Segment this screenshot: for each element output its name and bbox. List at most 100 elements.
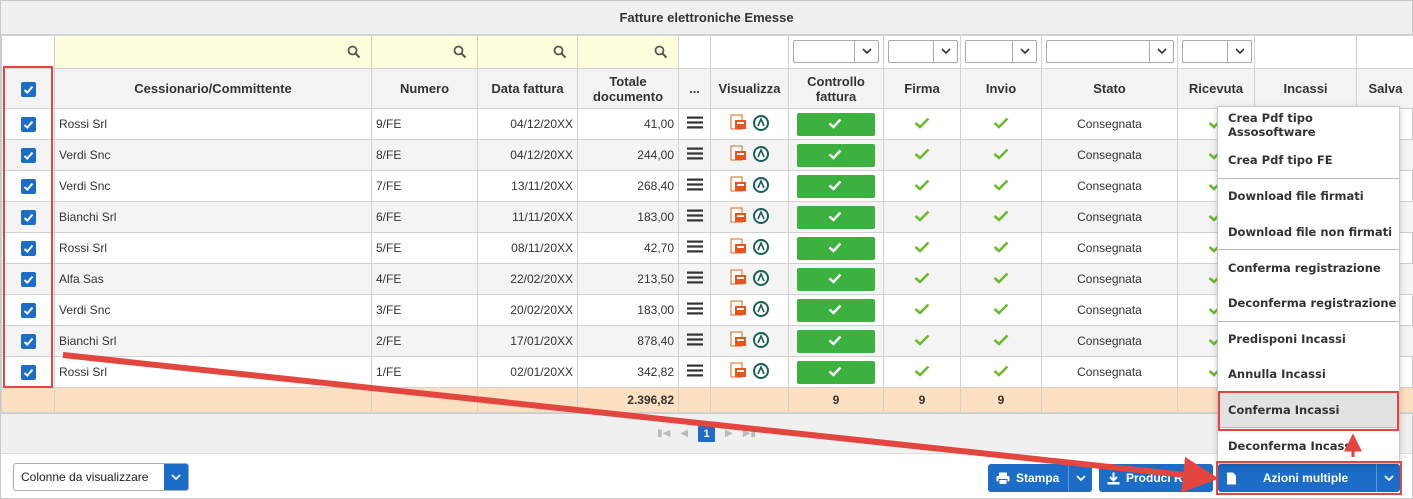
table-row[interactable]: Rossi Srl 5/FE 08/11/20XX 42,70 Consegna…	[1, 232, 1413, 264]
menu-predisponi-incassi[interactable]: Predisponi Incassi	[1218, 320, 1399, 357]
columns-dropdown[interactable]: Colonne da visualizzare	[13, 463, 189, 491]
chevron-down-icon[interactable]	[1227, 41, 1251, 62]
menu-icon-cell[interactable]	[678, 232, 711, 264]
assosoftware-icon[interactable]	[753, 145, 769, 162]
col-totale[interactable]: Totale documento	[577, 68, 679, 109]
controllo-ok-button[interactable]	[797, 143, 875, 167]
ricevuta-select[interactable]	[1182, 40, 1252, 63]
row-checkbox-cell[interactable]	[1, 201, 55, 233]
pdf-icon[interactable]	[730, 238, 747, 255]
row-checkbox-cell[interactable]	[1, 170, 55, 202]
stato-select[interactable]	[1046, 40, 1174, 63]
pdf-icon[interactable]	[730, 176, 747, 193]
row-checkbox[interactable]	[20, 364, 36, 380]
filter-firma[interactable]	[883, 35, 961, 69]
pdf-icon[interactable]	[730, 300, 747, 317]
assosoftware-icon[interactable]	[753, 114, 769, 131]
col-incassi[interactable]: Incassi	[1254, 68, 1357, 109]
row-checkbox[interactable]	[20, 178, 36, 194]
controllo-ok-button[interactable]	[797, 298, 875, 322]
menu-download-firmati[interactable]: Download file firmati	[1218, 178, 1399, 214]
menu-icon[interactable]	[686, 147, 703, 160]
search-icon[interactable]	[553, 45, 567, 59]
chevron-down-icon[interactable]	[854, 41, 878, 62]
assosoftware-icon[interactable]	[753, 207, 769, 224]
row-checkbox-cell[interactable]	[1, 263, 55, 295]
menu-icon[interactable]	[686, 302, 703, 315]
table-row[interactable]: Rossi Srl 9/FE 04/12/20XX 41,00 Consegna…	[1, 108, 1413, 140]
prev-page-icon[interactable]: ◀	[680, 428, 688, 439]
controllo-ok-button[interactable]	[797, 112, 875, 136]
menu-icon-cell[interactable]	[678, 263, 711, 295]
filter-data[interactable]	[477, 35, 578, 69]
pdf-icon[interactable]	[730, 145, 747, 162]
table-row[interactable]: Rossi Srl 1/FE 02/01/20XX 342,82 Consegn…	[1, 356, 1413, 388]
invio-select[interactable]	[965, 40, 1037, 63]
select-all-cell[interactable]	[1, 68, 55, 109]
row-checkbox[interactable]	[20, 116, 36, 132]
filter-controllo[interactable]	[788, 35, 884, 69]
menu-icon-cell[interactable]	[678, 108, 711, 140]
controllo-ok-button[interactable]	[797, 329, 875, 353]
menu-icon[interactable]	[686, 364, 703, 377]
last-page-icon[interactable]: ▶▮	[743, 428, 756, 439]
col-stato[interactable]: Stato	[1041, 68, 1178, 109]
controllo-select[interactable]	[793, 40, 879, 63]
menu-icon-cell[interactable]	[678, 294, 711, 326]
row-checkbox[interactable]	[20, 333, 36, 349]
assosoftware-icon[interactable]	[753, 238, 769, 255]
controllo-ok-button[interactable]	[797, 267, 875, 291]
col-invio[interactable]: Invio	[960, 68, 1042, 109]
row-checkbox[interactable]	[20, 302, 36, 318]
menu-crea-pdf-fe[interactable]: Crea Pdf tipo FE	[1218, 143, 1399, 179]
menu-crea-pdf-assosoftware[interactable]: Crea Pdf tipo Assosoftware	[1218, 107, 1399, 143]
stampa-button[interactable]: Stampa	[988, 464, 1092, 492]
row-checkbox[interactable]	[20, 147, 36, 163]
menu-icon[interactable]	[686, 209, 703, 222]
filter-stato[interactable]	[1041, 35, 1178, 69]
col-salva[interactable]: Salva	[1356, 68, 1413, 109]
assosoftware-icon[interactable]	[753, 331, 769, 348]
menu-conferma-incassi[interactable]: Conferma Incassi	[1218, 391, 1399, 428]
menu-icon-cell[interactable]	[678, 139, 711, 171]
pdf-icon[interactable]	[730, 114, 747, 131]
row-checkbox-cell[interactable]	[1, 108, 55, 140]
assosoftware-icon[interactable]	[753, 300, 769, 317]
first-page-icon[interactable]: ▮◀	[657, 428, 670, 439]
menu-icon[interactable]	[686, 240, 703, 253]
stampa-main[interactable]: Stampa	[988, 464, 1067, 492]
next-page-icon[interactable]: ▶	[725, 428, 733, 439]
col-data[interactable]: Data fattura	[477, 68, 578, 109]
row-checkbox-cell[interactable]	[1, 232, 55, 264]
row-checkbox-cell[interactable]	[1, 139, 55, 171]
menu-icon[interactable]	[686, 178, 703, 191]
menu-icon[interactable]	[686, 116, 703, 129]
menu-icon-cell[interactable]	[678, 356, 711, 388]
menu-download-non-firmati[interactable]: Download file non firmati	[1218, 214, 1399, 250]
controllo-ok-button[interactable]	[797, 174, 875, 198]
col-ricevuta[interactable]: Ricevuta	[1177, 68, 1255, 109]
azioni-main[interactable]: Azioni multiple	[1218, 464, 1376, 492]
row-checkbox-cell[interactable]	[1, 356, 55, 388]
menu-annulla-incassi[interactable]: Annulla Incassi	[1218, 356, 1399, 392]
table-row[interactable]: Verdi Snc 7/FE 13/11/20XX 268,40 Consegn…	[1, 170, 1413, 202]
table-row[interactable]: Bianchi Srl 6/FE 11/11/20XX 183,00 Conse…	[1, 201, 1413, 233]
filter-cliente[interactable]	[54, 35, 372, 69]
pdf-icon[interactable]	[730, 331, 747, 348]
row-checkbox-cell[interactable]	[1, 294, 55, 326]
chevron-down-icon[interactable]	[1149, 41, 1173, 62]
col-firma[interactable]: Firma	[883, 68, 961, 109]
chevron-down-icon[interactable]	[1012, 41, 1036, 62]
assosoftware-icon[interactable]	[753, 362, 769, 379]
col-cliente[interactable]: Cessionario/Committente	[54, 68, 372, 109]
menu-icon-cell[interactable]	[678, 325, 711, 357]
menu-icon-cell[interactable]	[678, 170, 711, 202]
menu-deconferma-registrazione[interactable]: Deconferma registrazione	[1218, 285, 1399, 321]
menu-deconferma-incassi[interactable]: Deconferma Incassi	[1218, 427, 1399, 463]
assosoftware-icon[interactable]	[753, 176, 769, 193]
search-icon[interactable]	[453, 45, 467, 59]
search-icon[interactable]	[654, 45, 668, 59]
table-row[interactable]: Alfa Sas 4/FE 22/02/20XX 213,50 Consegna…	[1, 263, 1413, 295]
table-row[interactable]: Bianchi Srl 2/FE 17/01/20XX 878,40 Conse…	[1, 325, 1413, 357]
pdf-icon[interactable]	[730, 362, 747, 379]
